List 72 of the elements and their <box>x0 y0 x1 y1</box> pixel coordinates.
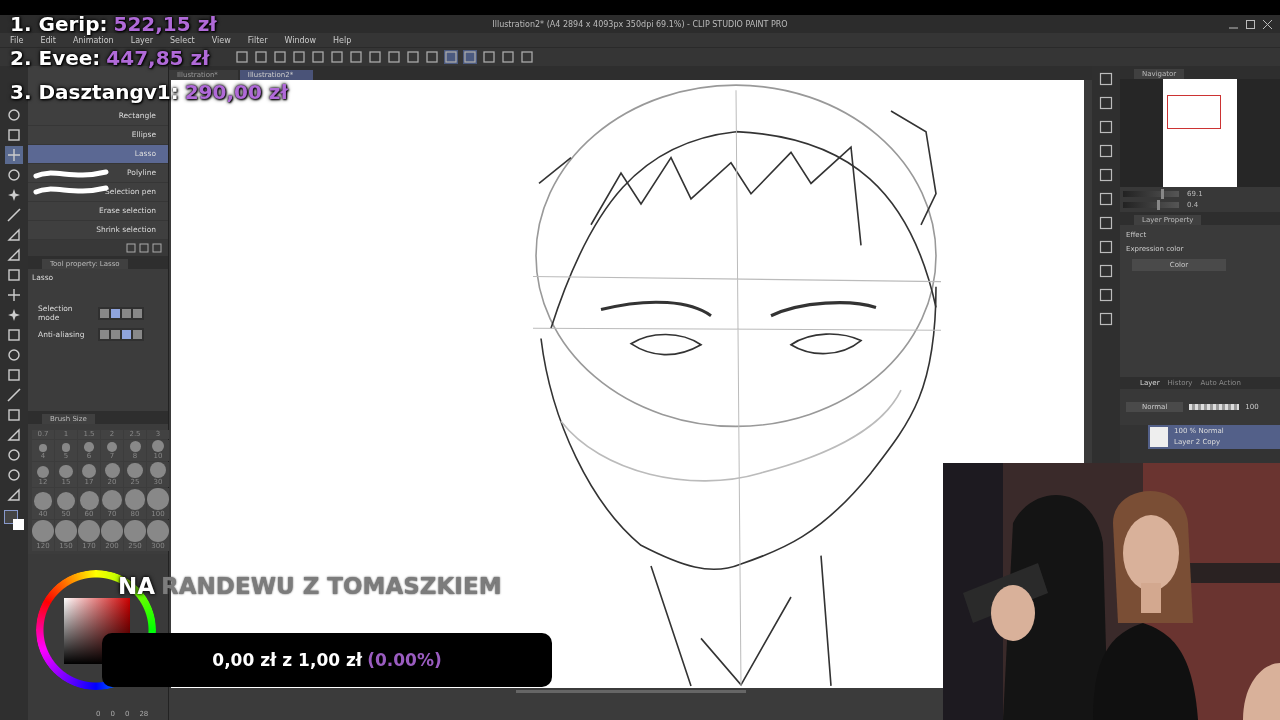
menu-item[interactable]: Select <box>170 35 195 45</box>
option-button[interactable] <box>122 308 131 318</box>
panel-icon[interactable] <box>1099 264 1113 278</box>
triangle-icon[interactable] <box>5 486 23 504</box>
panel-icon[interactable] <box>1099 192 1113 206</box>
triangle-icon[interactable] <box>5 426 23 444</box>
toolbar-icon[interactable] <box>235 50 249 64</box>
circle-icon[interactable] <box>5 446 23 464</box>
color-swatch-icon[interactable] <box>4 510 24 530</box>
menu-item[interactable]: Layer <box>130 35 153 45</box>
option-button[interactable] <box>111 308 120 318</box>
toolbar-icon[interactable] <box>254 50 268 64</box>
goal-amount: 0,00 zł z 1,00 zł <box>212 650 363 670</box>
square-icon[interactable] <box>5 326 23 344</box>
donation-amount: 290,00 zł <box>184 81 288 103</box>
close-icon[interactable] <box>1263 20 1272 29</box>
slider-thumb[interactable] <box>1161 189 1165 199</box>
zoom-slider[interactable] <box>1123 191 1179 197</box>
menu-item[interactable]: Filter <box>247 35 268 45</box>
square-icon[interactable] <box>5 126 23 144</box>
slider-thumb[interactable] <box>1156 200 1160 210</box>
window-title: Illustration2* (A4 2894 x 4093px 350dpi 69.1%) - CLIP STUDIO PAINT PRO <box>492 19 788 29</box>
toolbar-icon[interactable] <box>387 50 401 64</box>
maximize-icon[interactable] <box>1246 20 1255 29</box>
navigator-preview[interactable] <box>1163 79 1237 187</box>
opacity-slider[interactable] <box>1189 404 1240 410</box>
circle-icon[interactable] <box>5 346 23 364</box>
square-icon[interactable] <box>5 366 23 384</box>
donor-name: 2. Evee: <box>10 47 101 69</box>
menu-item[interactable]: File <box>10 35 24 45</box>
toolbar-icon[interactable] <box>406 50 420 64</box>
donation-amount: 447,85 zł <box>106 47 210 69</box>
toolbar-icon[interactable] <box>501 50 515 64</box>
square-icon[interactable] <box>5 266 23 284</box>
circle-icon[interactable] <box>5 106 23 124</box>
toolbar-icon[interactable] <box>349 50 363 64</box>
circle-icon[interactable] <box>5 466 23 484</box>
menu-item[interactable]: Animation <box>72 35 114 45</box>
circle-icon[interactable] <box>5 166 23 184</box>
toolbar-icon[interactable] <box>482 50 496 64</box>
cross-icon[interactable] <box>5 286 23 304</box>
toolbar-icon[interactable] <box>311 50 325 64</box>
menu-item[interactable]: Window <box>284 35 317 45</box>
toolbar-icon[interactable] <box>273 50 287 64</box>
line-icon[interactable] <box>5 386 23 404</box>
toolbar-icon[interactable] <box>368 50 382 64</box>
panel-icon[interactable] <box>1099 96 1113 110</box>
option-button[interactable] <box>100 308 109 318</box>
panel-icon[interactable] <box>1099 72 1113 86</box>
toolbar-icon[interactable] <box>330 50 344 64</box>
goal-percent: (0.00%) <box>367 650 442 670</box>
toolbar-icon[interactable] <box>292 50 306 64</box>
line-icon[interactable] <box>5 206 23 224</box>
rotation-slider[interactable] <box>1123 202 1179 208</box>
panel-icon[interactable] <box>1099 288 1113 302</box>
menu-item[interactable]: Edit <box>40 35 56 45</box>
option-button[interactable] <box>133 308 142 318</box>
square-icon[interactable] <box>5 406 23 424</box>
donation-amount: 522,15 zł <box>113 13 217 35</box>
triangle-icon[interactable] <box>5 246 23 264</box>
panel-icon[interactable] <box>1099 312 1113 326</box>
donor-name: 1. Gerip: <box>10 13 108 35</box>
panel-icon[interactable] <box>1099 120 1113 134</box>
toolbar-icon[interactable] <box>425 50 439 64</box>
panel-icon[interactable] <box>1099 144 1113 158</box>
triangle-icon[interactable] <box>5 226 23 244</box>
menu-item[interactable]: View <box>211 35 231 45</box>
panel-icon[interactable] <box>1099 168 1113 182</box>
panel-icon[interactable] <box>1099 216 1113 230</box>
menu-item[interactable]: Help <box>333 35 352 45</box>
panel-icon[interactable] <box>1099 240 1113 254</box>
toolbar-icon[interactable] <box>520 50 534 64</box>
